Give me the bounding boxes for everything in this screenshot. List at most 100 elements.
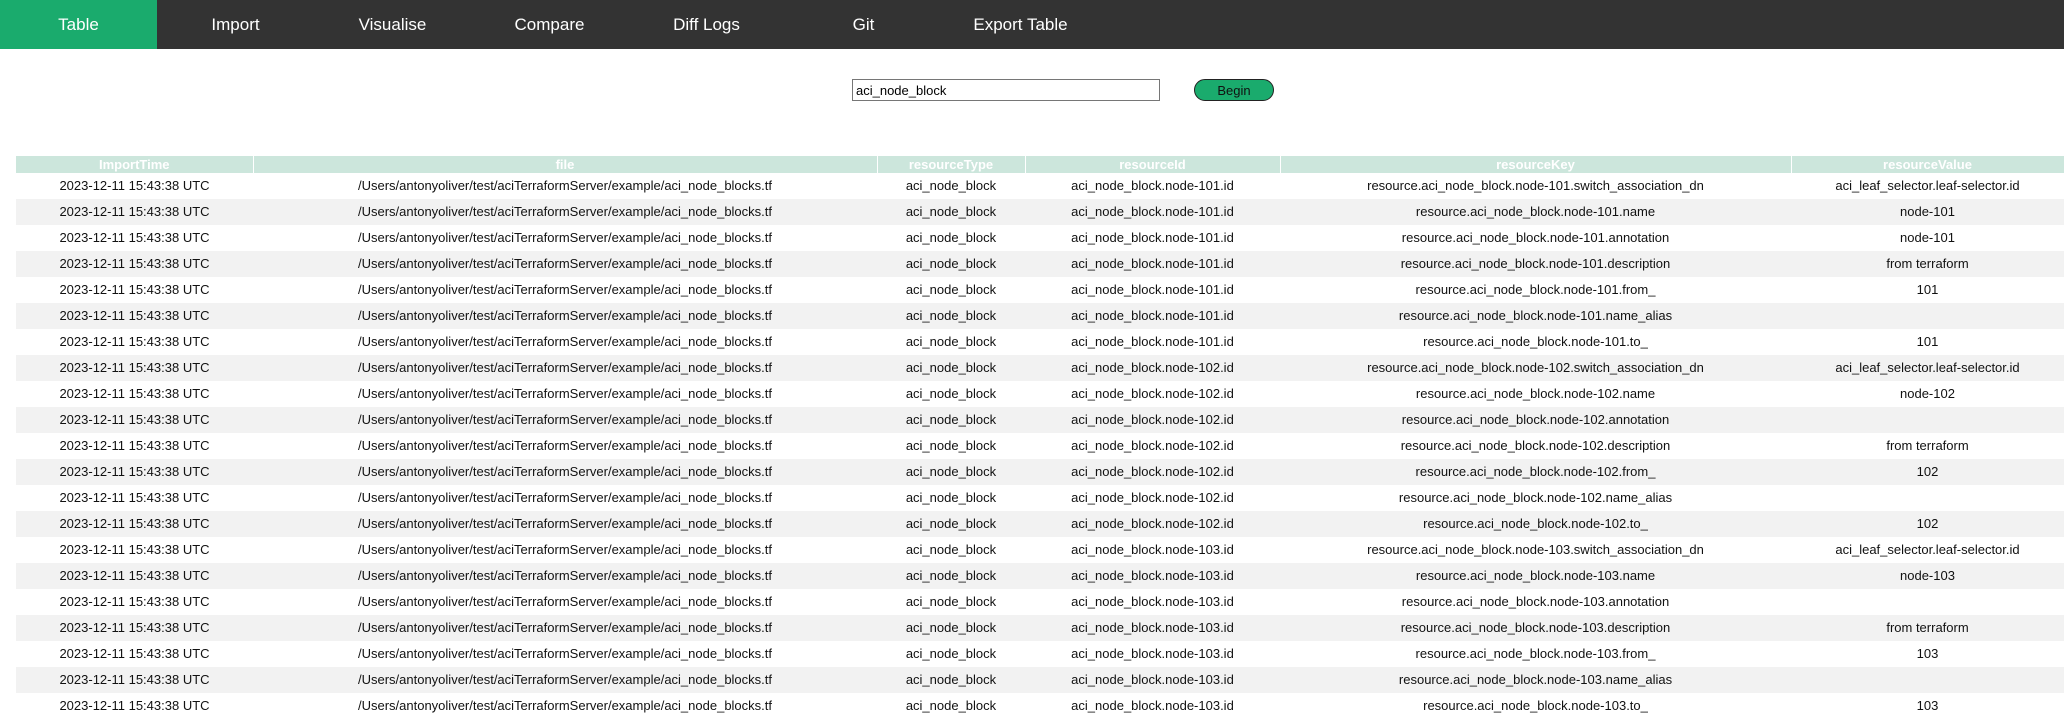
- cell-resource-key: resource.aci_node_block.node-101.switch_…: [1280, 173, 1791, 199]
- cell-resource-key: resource.aci_node_block.node-101.descrip…: [1280, 251, 1791, 277]
- cell-import-time: 2023-12-11 15:43:38 UTC: [16, 563, 253, 589]
- column-header-resourcevalue[interactable]: resourceValue: [1791, 156, 2064, 173]
- cell-resource-value: [1791, 667, 2064, 693]
- table-row[interactable]: 2023-12-11 15:43:38 UTC/Users/antonyoliv…: [16, 381, 2064, 407]
- table-row[interactable]: 2023-12-11 15:43:38 UTC/Users/antonyoliv…: [16, 563, 2064, 589]
- cell-resource-value: 102: [1791, 511, 2064, 537]
- cell-resource-type: aci_node_block: [877, 251, 1025, 277]
- cell-resource-key: resource.aci_node_block.node-103.annotat…: [1280, 589, 1791, 615]
- table-row[interactable]: 2023-12-11 15:43:38 UTC/Users/antonyoliv…: [16, 277, 2064, 303]
- cell-resource-value: 101: [1791, 329, 2064, 355]
- table-row[interactable]: 2023-12-11 15:43:38 UTC/Users/antonyoliv…: [16, 641, 2064, 667]
- cell-file: /Users/antonyoliver/test/aciTerraformSer…: [253, 277, 877, 303]
- table-row[interactable]: 2023-12-11 15:43:38 UTC/Users/antonyoliv…: [16, 615, 2064, 641]
- cell-resource-type: aci_node_block: [877, 667, 1025, 693]
- cell-resource-key: resource.aci_node_block.node-101.from_: [1280, 277, 1791, 303]
- table-row[interactable]: 2023-12-11 15:43:38 UTC/Users/antonyoliv…: [16, 459, 2064, 485]
- cell-import-time: 2023-12-11 15:43:38 UTC: [16, 407, 253, 433]
- table-row[interactable]: 2023-12-11 15:43:38 UTC/Users/antonyoliv…: [16, 511, 2064, 537]
- cell-import-time: 2023-12-11 15:43:38 UTC: [16, 537, 253, 563]
- nav-tab-visualise[interactable]: Visualise: [314, 0, 471, 49]
- nav-tab-compare[interactable]: Compare: [471, 0, 628, 49]
- nav-tab-import[interactable]: Import: [157, 0, 314, 49]
- begin-button[interactable]: Begin: [1194, 79, 1274, 101]
- cell-resource-value: node-101: [1791, 225, 2064, 251]
- cell-resource-key: resource.aci_node_block.node-102.name_al…: [1280, 485, 1791, 511]
- cell-resource-value: node-101: [1791, 199, 2064, 225]
- nav-tab-export-table[interactable]: Export Table: [942, 0, 1099, 49]
- cell-file: /Users/antonyoliver/test/aciTerraformSer…: [253, 355, 877, 381]
- column-header-resourceid[interactable]: resourceId: [1025, 156, 1281, 173]
- table-body: 2023-12-11 15:43:38 UTC/Users/antonyoliv…: [16, 173, 2064, 719]
- column-header-resourcekey[interactable]: resourceKey: [1280, 156, 1792, 173]
- nav-tab-diff-logs[interactable]: Diff Logs: [628, 0, 785, 49]
- table-row[interactable]: 2023-12-11 15:43:38 UTC/Users/antonyoliv…: [16, 251, 2064, 277]
- column-header-importtime[interactable]: ImportTime: [16, 156, 254, 173]
- table-row[interactable]: 2023-12-11 15:43:38 UTC/Users/antonyoliv…: [16, 537, 2064, 563]
- cell-import-time: 2023-12-11 15:43:38 UTC: [16, 303, 253, 329]
- cell-resource-type: aci_node_block: [877, 173, 1025, 199]
- cell-file: /Users/antonyoliver/test/aciTerraformSer…: [253, 485, 877, 511]
- table-row[interactable]: 2023-12-11 15:43:38 UTC/Users/antonyoliv…: [16, 225, 2064, 251]
- table-row[interactable]: 2023-12-11 15:43:38 UTC/Users/antonyoliv…: [16, 173, 2064, 199]
- cell-resource-value: aci_leaf_selector.leaf-selector.id: [1791, 173, 2064, 199]
- cell-resource-value: from terraform: [1791, 433, 2064, 459]
- cell-import-time: 2023-12-11 15:43:38 UTC: [16, 199, 253, 225]
- cell-file: /Users/antonyoliver/test/aciTerraformSer…: [253, 641, 877, 667]
- column-header-file[interactable]: file: [253, 156, 878, 173]
- table-row[interactable]: 2023-12-11 15:43:38 UTC/Users/antonyoliv…: [16, 433, 2064, 459]
- cell-resource-value: 103: [1791, 693, 2064, 719]
- cell-file: /Users/antonyoliver/test/aciTerraformSer…: [253, 251, 877, 277]
- cell-file: /Users/antonyoliver/test/aciTerraformSer…: [253, 511, 877, 537]
- cell-resource-id: aci_node_block.node-101.id: [1025, 329, 1280, 355]
- top-navbar: Table Import Visualise Compare Diff Logs…: [0, 0, 2064, 49]
- cell-resource-key: resource.aci_node_block.node-103.from_: [1280, 641, 1791, 667]
- table-row[interactable]: 2023-12-11 15:43:38 UTC/Users/antonyoliv…: [16, 407, 2064, 433]
- cell-resource-id: aci_node_block.node-103.id: [1025, 589, 1280, 615]
- cell-resource-value: [1791, 303, 2064, 329]
- cell-resource-key: resource.aci_node_block.node-103.to_: [1280, 693, 1791, 719]
- cell-resource-key: resource.aci_node_block.node-102.from_: [1280, 459, 1791, 485]
- cell-resource-id: aci_node_block.node-102.id: [1025, 407, 1280, 433]
- cell-resource-type: aci_node_block: [877, 511, 1025, 537]
- cell-file: /Users/antonyoliver/test/aciTerraformSer…: [253, 459, 877, 485]
- cell-file: /Users/antonyoliver/test/aciTerraformSer…: [253, 667, 877, 693]
- cell-resource-value: from terraform: [1791, 615, 2064, 641]
- cell-resource-key: resource.aci_node_block.node-102.name: [1280, 381, 1791, 407]
- cell-resource-id: aci_node_block.node-101.id: [1025, 173, 1280, 199]
- cell-resource-key: resource.aci_node_block.node-102.to_: [1280, 511, 1791, 537]
- cell-resource-key: resource.aci_node_block.node-101.name: [1280, 199, 1791, 225]
- nav-tab-git[interactable]: Git: [785, 0, 942, 49]
- cell-resource-value: [1791, 485, 2064, 511]
- cell-resource-value: node-103: [1791, 563, 2064, 589]
- table-header-row: ImportTime file resourceType resourceId …: [16, 156, 2064, 173]
- cell-resource-value: 102: [1791, 459, 2064, 485]
- cell-resource-type: aci_node_block: [877, 433, 1025, 459]
- cell-import-time: 2023-12-11 15:43:38 UTC: [16, 225, 253, 251]
- cell-resource-id: aci_node_block.node-103.id: [1025, 667, 1280, 693]
- search-input[interactable]: [852, 79, 1160, 101]
- table-row[interactable]: 2023-12-11 15:43:38 UTC/Users/antonyoliv…: [16, 355, 2064, 381]
- cell-import-time: 2023-12-11 15:43:38 UTC: [16, 251, 253, 277]
- cell-resource-id: aci_node_block.node-101.id: [1025, 277, 1280, 303]
- table-row[interactable]: 2023-12-11 15:43:38 UTC/Users/antonyoliv…: [16, 667, 2064, 693]
- table-row[interactable]: 2023-12-11 15:43:38 UTC/Users/antonyoliv…: [16, 485, 2064, 511]
- table-row[interactable]: 2023-12-11 15:43:38 UTC/Users/antonyoliv…: [16, 693, 2064, 719]
- cell-resource-type: aci_node_block: [877, 329, 1025, 355]
- cell-resource-id: aci_node_block.node-101.id: [1025, 251, 1280, 277]
- table-row[interactable]: 2023-12-11 15:43:38 UTC/Users/antonyoliv…: [16, 303, 2064, 329]
- table-row[interactable]: 2023-12-11 15:43:38 UTC/Users/antonyoliv…: [16, 329, 2064, 355]
- cell-import-time: 2023-12-11 15:43:38 UTC: [16, 511, 253, 537]
- cell-resource-value: 103: [1791, 641, 2064, 667]
- table-row[interactable]: 2023-12-11 15:43:38 UTC/Users/antonyoliv…: [16, 589, 2064, 615]
- cell-resource-value: aci_leaf_selector.leaf-selector.id: [1791, 355, 2064, 381]
- cell-import-time: 2023-12-11 15:43:38 UTC: [16, 329, 253, 355]
- table-row[interactable]: 2023-12-11 15:43:38 UTC/Users/antonyoliv…: [16, 199, 2064, 225]
- cell-import-time: 2023-12-11 15:43:38 UTC: [16, 667, 253, 693]
- cell-resource-key: resource.aci_node_block.node-101.annotat…: [1280, 225, 1791, 251]
- cell-resource-type: aci_node_block: [877, 537, 1025, 563]
- nav-tab-table[interactable]: Table: [0, 0, 157, 49]
- cell-file: /Users/antonyoliver/test/aciTerraformSer…: [253, 303, 877, 329]
- cell-resource-id: aci_node_block.node-102.id: [1025, 485, 1280, 511]
- column-header-resourcetype[interactable]: resourceType: [877, 156, 1026, 173]
